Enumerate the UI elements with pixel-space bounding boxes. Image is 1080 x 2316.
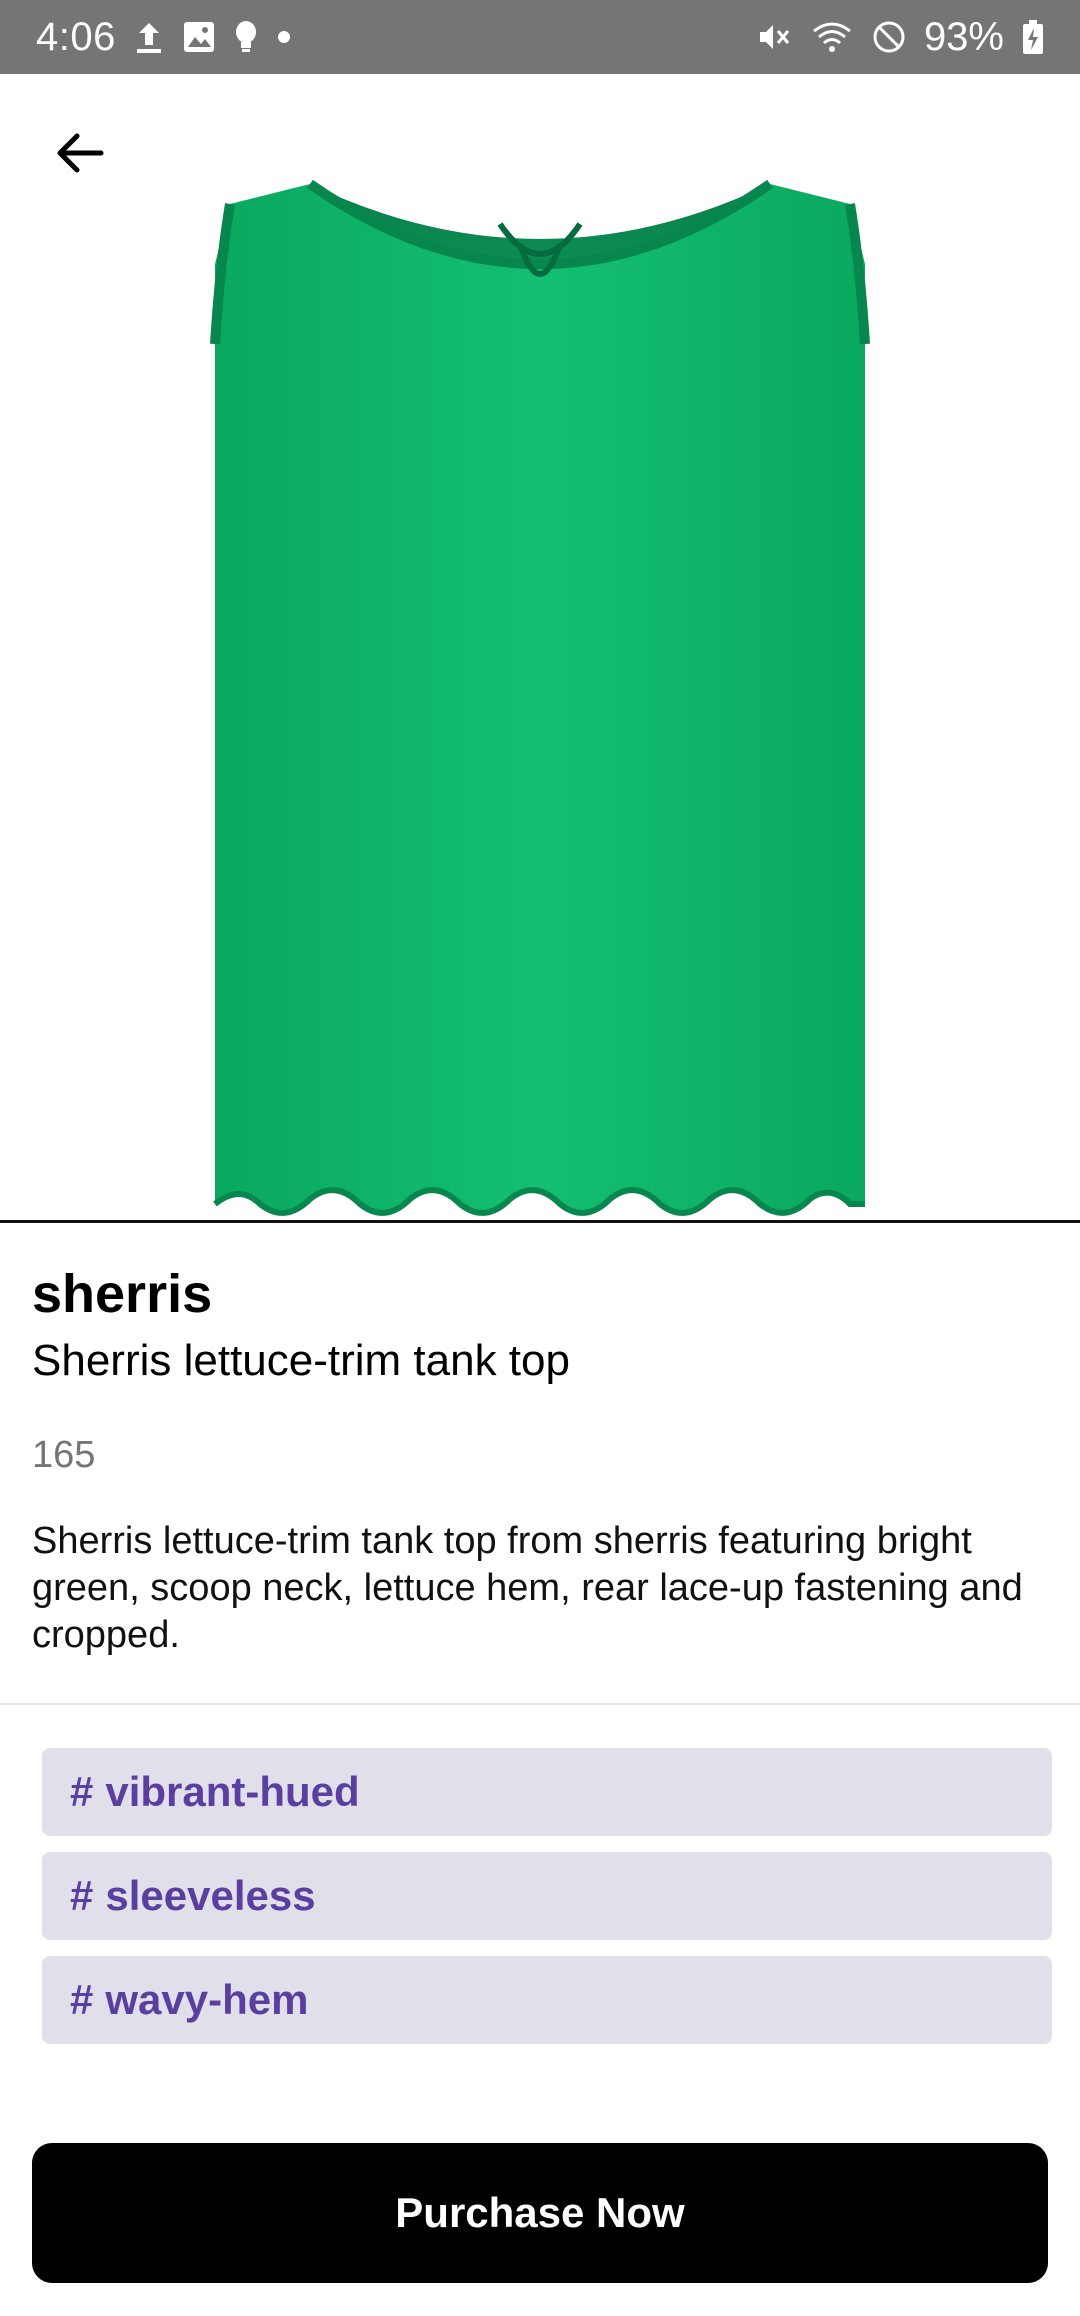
brand-name: sherris [32,1264,213,1324]
dot-icon [276,29,292,45]
hash-symbol: # [70,1872,94,1919]
product-info: sherris Sherris lettuce-trim tank top 16… [32,1262,1048,1659]
mute-icon [756,19,792,55]
status-bar: 4:06 93% [0,0,1080,74]
do-not-disturb-icon [872,20,906,54]
arrow-left-icon [57,133,104,173]
product-image [210,179,870,1216]
tag-chip[interactable]: # wavy-hem [42,1956,1052,2044]
hash-symbol: # [70,1976,94,2023]
battery-percent: 93% [923,14,1004,59]
product-hero [0,74,1080,1222]
tag-chip[interactable]: # sleeveless [42,1852,1052,1940]
tag-chip[interactable]: # vibrant-hued [42,1748,1052,1836]
wifi-icon [810,19,854,55]
lightbulb-icon [234,20,258,54]
battery-charging-icon [1022,19,1044,55]
hero-divider [0,1220,1080,1223]
status-time: 4:06 [36,14,116,59]
tag-label: vibrant-hued [105,1768,360,1815]
info-divider [0,1703,1080,1705]
purchase-button[interactable]: Purchase Now [32,2143,1048,2283]
tag-list: # vibrant-hued # sleeveless # wavy-hem [42,1748,1052,2060]
image-icon [182,20,216,54]
tag-label: wavy-hem [105,1976,309,2023]
product-price: 165 [32,1434,96,1476]
tag-label: sleeveless [105,1872,316,1919]
status-right: 93% [756,15,1044,60]
product-name: Sherris lettuce-trim tank top [32,1336,570,1385]
upload-icon [134,19,164,55]
hash-symbol: # [70,1768,94,1815]
status-left: 4:06 [36,15,292,60]
product-description: Sherris lettuce-trim tank top from sherr… [32,1520,1023,1656]
back-button[interactable] [42,116,116,190]
